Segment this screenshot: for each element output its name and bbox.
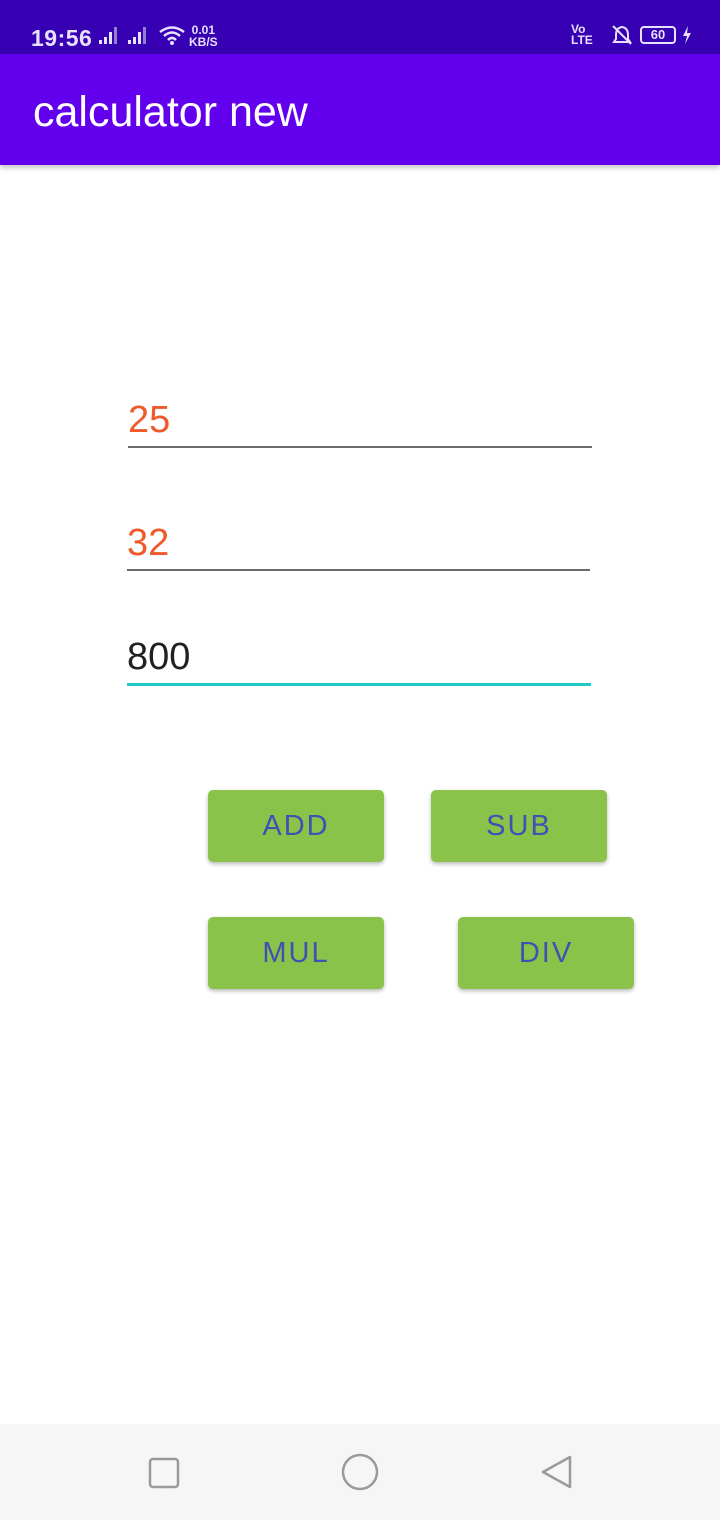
app-title: calculator new	[33, 88, 308, 136]
status-bar: 19:56 0.01 KB/S Vo LTE 60	[0, 0, 720, 54]
result-value: 800	[127, 636, 191, 678]
add-button[interactable]: ADD	[208, 790, 384, 862]
first-number-value: 25	[128, 399, 171, 441]
recents-square-icon[interactable]	[148, 1457, 180, 1489]
second-number-value: 32	[127, 522, 170, 564]
signal-icon	[128, 27, 146, 44]
sub-button[interactable]: SUB	[431, 790, 607, 862]
signal-icon	[99, 27, 117, 44]
bell-off-icon	[612, 25, 632, 45]
network-speed-unit: KB/S	[189, 35, 218, 49]
second-number-field[interactable]: 32	[127, 515, 590, 571]
result-field[interactable]: 800	[127, 628, 591, 686]
div-button[interactable]: DIV	[458, 917, 634, 989]
mul-button[interactable]: MUL	[208, 917, 384, 989]
status-time: 19:56	[31, 25, 93, 51]
volte-icon: Vo LTE	[571, 23, 593, 47]
navigation-bar	[0, 1424, 720, 1520]
wifi-icon	[159, 26, 185, 45]
back-triangle-icon[interactable]	[540, 1454, 574, 1490]
home-circle-icon[interactable]	[341, 1453, 379, 1491]
network-speed: 0.01 KB/S	[189, 24, 218, 48]
app-bar: calculator new	[0, 54, 720, 165]
battery-icon: 60	[640, 26, 676, 44]
charging-icon	[683, 26, 691, 44]
first-number-field[interactable]: 25	[128, 392, 592, 448]
volte-bottom: LTE	[571, 33, 593, 47]
